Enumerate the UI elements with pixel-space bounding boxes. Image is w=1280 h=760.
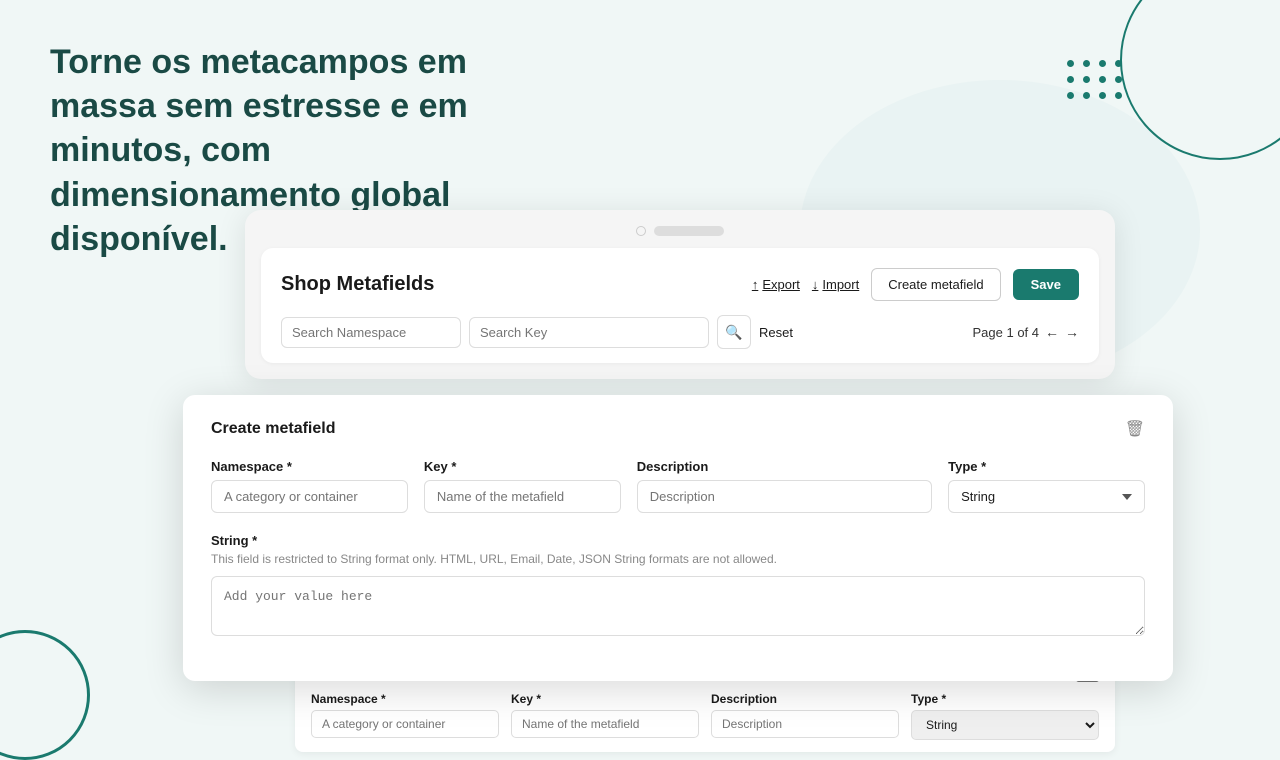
export-label: Export bbox=[762, 277, 800, 292]
modal-title: Create metafield bbox=[211, 420, 336, 438]
import-icon: ↓ bbox=[812, 277, 819, 292]
bottom-type-group: Type * String bbox=[911, 692, 1099, 740]
bottom-description-label: Description bbox=[711, 692, 899, 706]
search-key-input[interactable] bbox=[469, 317, 709, 348]
description-label: Description bbox=[637, 459, 932, 474]
type-group: Type * String Integer Boolean JSON URL C… bbox=[948, 459, 1145, 513]
bottom-namespace-label: Namespace * bbox=[311, 692, 499, 706]
key-group: Key * bbox=[424, 459, 621, 513]
description-group: Description bbox=[637, 459, 932, 513]
bottom-namespace-input[interactable] bbox=[311, 710, 499, 738]
description-input[interactable] bbox=[637, 480, 932, 513]
panel-header: Shop Metafields ↑ Export ↓ Import Create… bbox=[281, 268, 1079, 301]
create-metafield-button[interactable]: Create metafield bbox=[871, 268, 1000, 301]
bottom-type-label: Type * bbox=[911, 692, 1099, 706]
panel-actions: ↑ Export ↓ Import Create metafield Save bbox=[752, 268, 1079, 301]
namespace-label: Namespace * bbox=[211, 459, 408, 474]
search-namespace-input[interactable] bbox=[281, 317, 461, 348]
import-label: Import bbox=[822, 277, 859, 292]
window-dot-1 bbox=[636, 226, 646, 236]
key-input[interactable] bbox=[424, 480, 621, 513]
modal-header: Create metafield 🗑 bbox=[211, 419, 1145, 439]
metafields-panel: Shop Metafields ↑ Export ↓ Import Create… bbox=[261, 248, 1099, 363]
pagination-text: Page 1 of 4 bbox=[973, 325, 1040, 340]
modal-delete-button[interactable]: 🗑 bbox=[1125, 419, 1145, 439]
namespace-group: Namespace * bbox=[211, 459, 408, 513]
panel-title: Shop Metafields bbox=[281, 273, 434, 296]
pagination: Page 1 of 4 ← → bbox=[973, 324, 1080, 340]
bottom-key-label: Key * bbox=[511, 692, 699, 706]
window-bar bbox=[261, 226, 1099, 236]
create-metafield-modal: Create metafield 🗑 Namespace * Key * Des… bbox=[183, 395, 1173, 681]
type-select[interactable]: String Integer Boolean JSON URL Color bbox=[948, 480, 1145, 513]
decorative-circle-bottom-left bbox=[0, 630, 90, 760]
modal-form-row: Namespace * Key * Description Type * Str… bbox=[211, 459, 1145, 513]
trash-icon: 🗑 bbox=[1125, 421, 1145, 438]
string-description: This field is restricted to String forma… bbox=[211, 552, 1145, 566]
search-icon: 🔍 bbox=[725, 324, 742, 341]
search-button[interactable]: 🔍 bbox=[717, 315, 751, 349]
export-icon: ↑ bbox=[752, 277, 759, 292]
export-button[interactable]: ↑ Export bbox=[752, 277, 800, 292]
bottom-key-group: Key * bbox=[511, 692, 699, 740]
string-section: String * This field is restricted to Str… bbox=[211, 533, 1145, 641]
bottom-description-input[interactable] bbox=[711, 710, 899, 738]
bottom-description-group: Description bbox=[711, 692, 899, 740]
type-label: Type * bbox=[948, 459, 1145, 474]
key-label: Key * bbox=[424, 459, 621, 474]
window-pill bbox=[654, 226, 724, 236]
app-window: Shop Metafields ↑ Export ↓ Import Create… bbox=[245, 210, 1115, 379]
decorative-dots bbox=[1067, 60, 1125, 102]
string-label: String * bbox=[211, 533, 1145, 548]
search-row: 🔍 Reset Page 1 of 4 ← → bbox=[281, 315, 1079, 363]
next-page-button[interactable]: → bbox=[1065, 324, 1079, 340]
import-button[interactable]: ↓ Import bbox=[812, 277, 859, 292]
bottom-key-input[interactable] bbox=[511, 710, 699, 738]
bottom-form-row: Namespace * Key * Description Type * Str… bbox=[311, 692, 1099, 740]
reset-button[interactable]: Reset bbox=[759, 325, 793, 340]
save-button[interactable]: Save bbox=[1013, 269, 1079, 300]
namespace-input[interactable] bbox=[211, 480, 408, 513]
prev-page-button[interactable]: ← bbox=[1045, 324, 1059, 340]
bottom-namespace-group: Namespace * bbox=[311, 692, 499, 740]
bottom-type-select[interactable]: String bbox=[911, 710, 1099, 740]
value-textarea[interactable] bbox=[211, 576, 1145, 636]
